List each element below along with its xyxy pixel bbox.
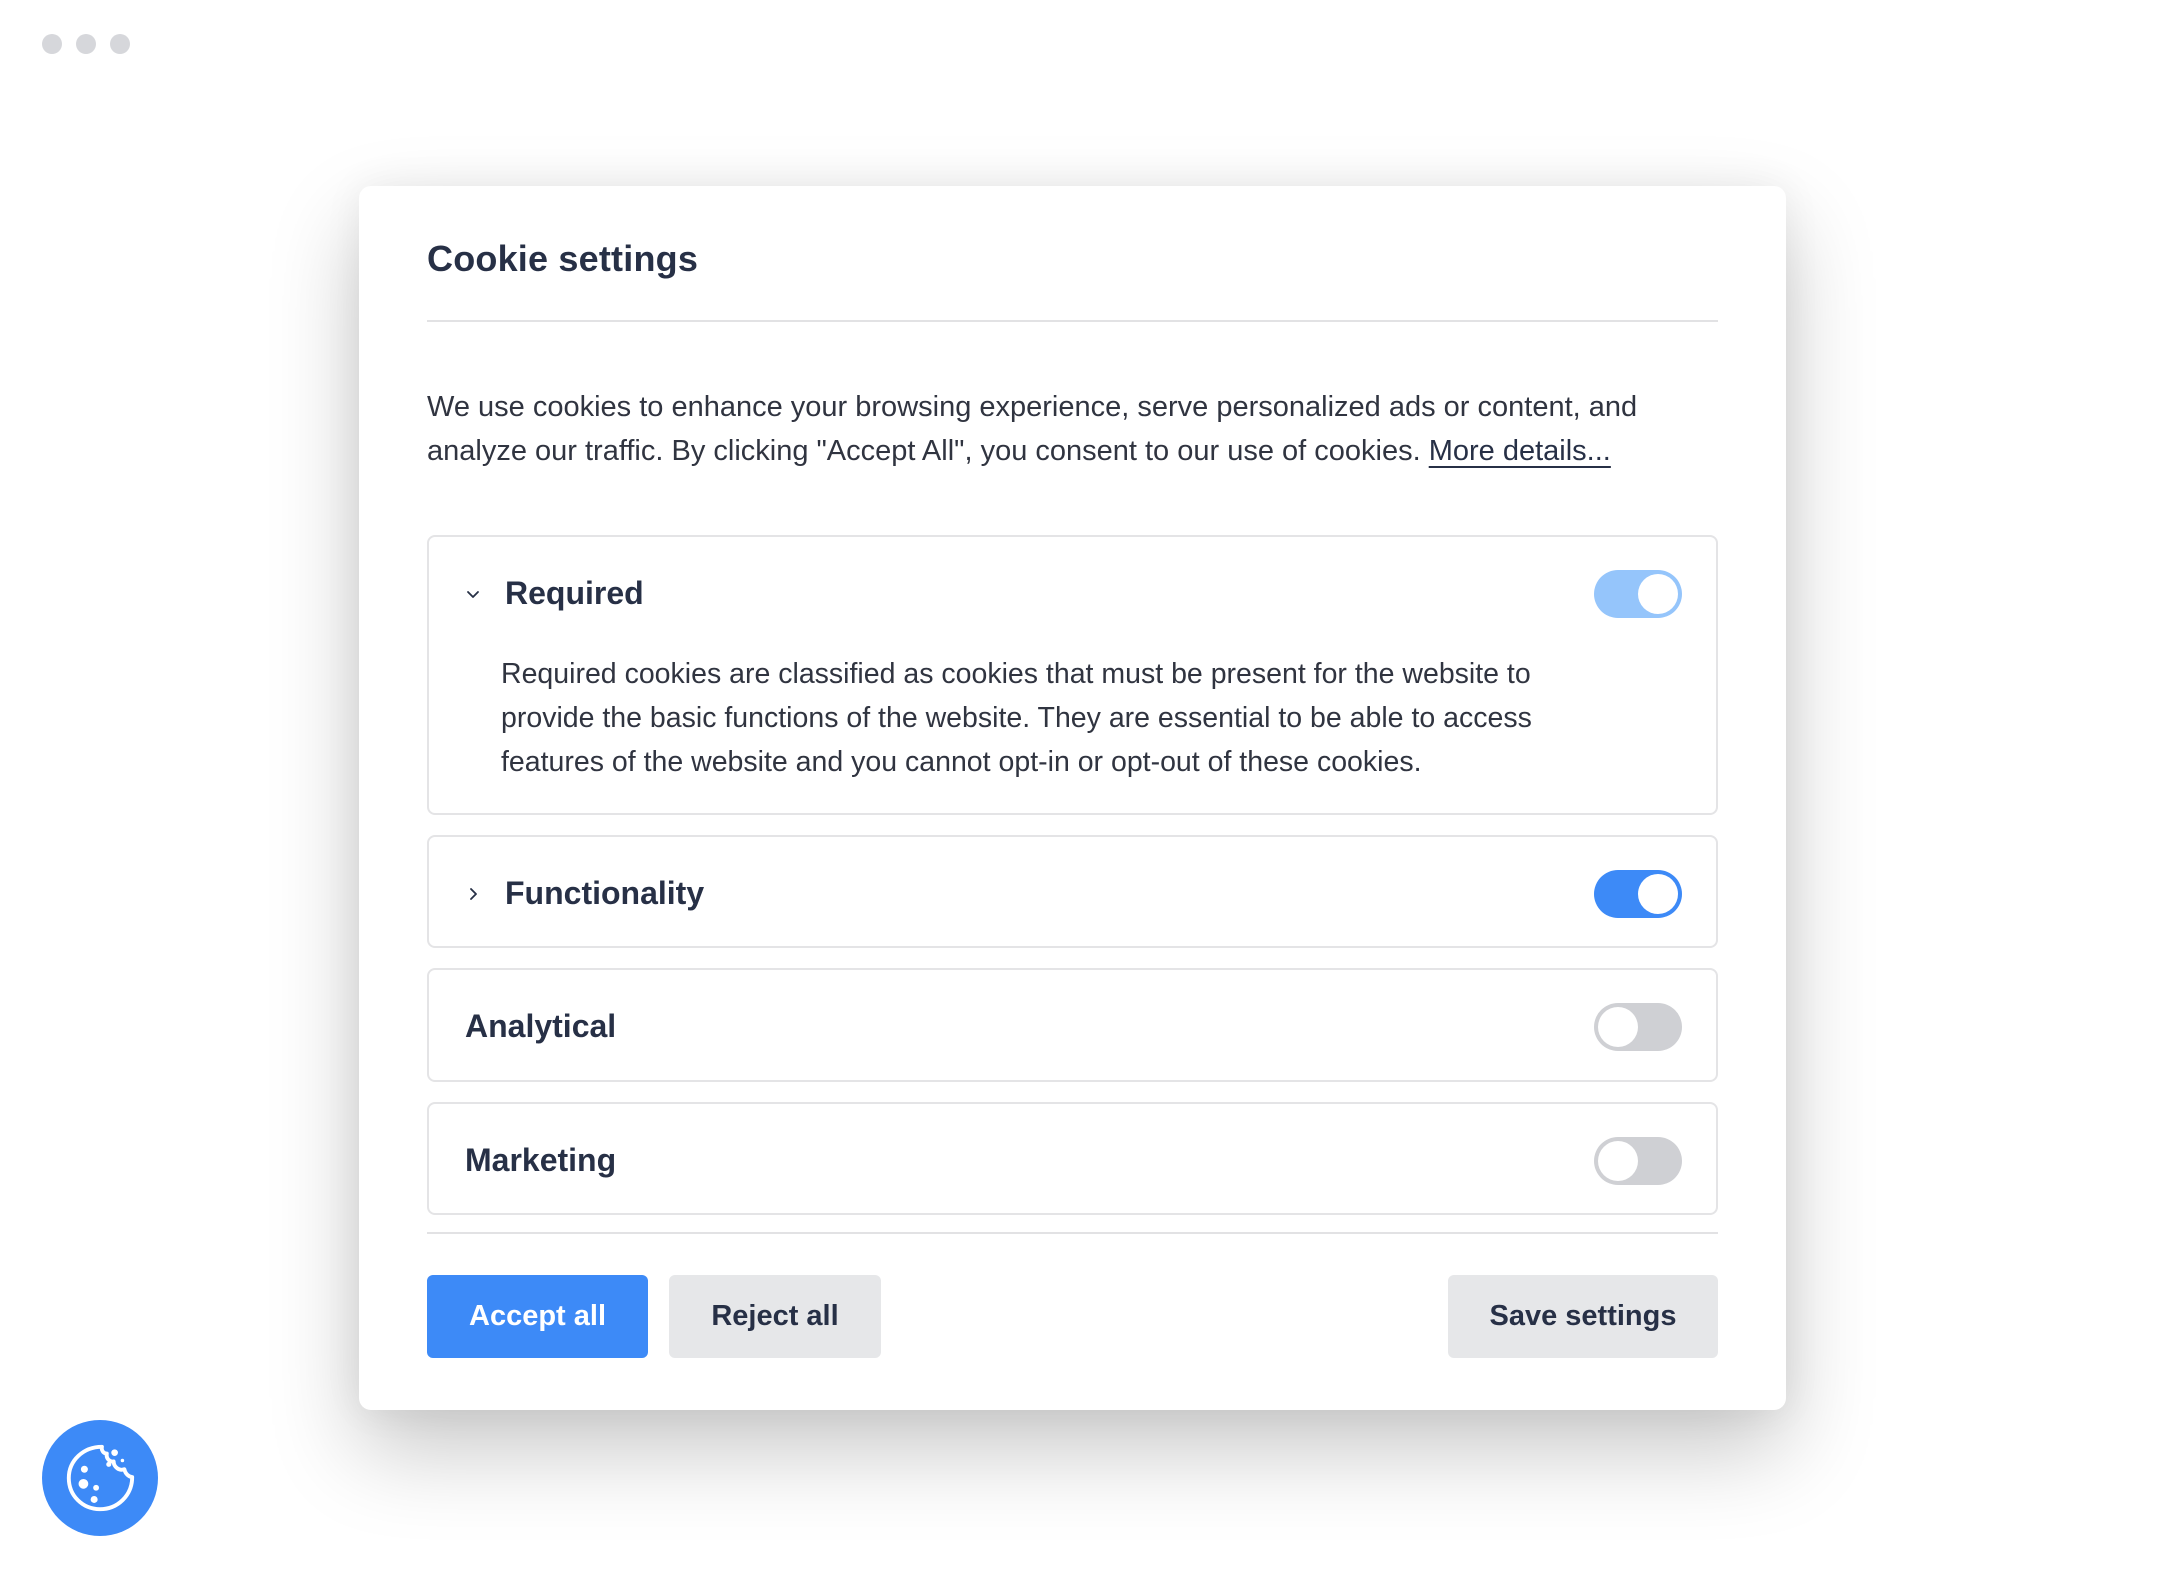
cookie-settings-dialog: Cookie settings We use cookies to enhanc…: [359, 186, 1786, 1410]
toggle-required[interactable]: [1594, 569, 1682, 618]
more-details-link[interactable]: More details...: [1429, 435, 1611, 467]
category-description: Required cookies are classified as cooki…: [501, 658, 1532, 778]
category-label: Required: [505, 575, 644, 611]
toggle-marketing[interactable]: [1594, 1136, 1682, 1185]
category-header-analytical: Analytical: [429, 970, 1716, 1083]
toggle-knob: [1638, 873, 1678, 914]
category-header-marketing: Marketing: [429, 1104, 1716, 1217]
dialog-description: We use cookies to enhance your browsing …: [427, 385, 1718, 473]
toggle-analytical[interactable]: [1594, 1002, 1682, 1051]
window-dot-icon: [76, 34, 96, 54]
toggle-knob: [1598, 1006, 1638, 1047]
toggle-knob: [1598, 1140, 1638, 1181]
category-label: Analytical: [465, 1008, 617, 1044]
cookie-settings-fab[interactable]: [42, 1420, 158, 1536]
window-dot-icon: [110, 34, 130, 54]
title-divider: [427, 320, 1718, 322]
toggle-functionality[interactable]: [1594, 869, 1682, 918]
chevron-down-icon[interactable]: [463, 584, 483, 604]
window-dot-icon: [42, 34, 62, 54]
category-label: Functionality: [505, 875, 705, 911]
reject-all-button[interactable]: Reject all: [669, 1275, 881, 1358]
save-settings-button[interactable]: Save settings: [1448, 1275, 1718, 1358]
window-controls: [42, 34, 130, 54]
cookie-icon: [66, 1444, 135, 1512]
category-card-analytical: Analytical: [427, 968, 1718, 1082]
category-card-required: Required Required cookies are classified…: [427, 535, 1718, 815]
accept-all-button[interactable]: Accept all: [427, 1275, 648, 1358]
toggle-knob: [1638, 573, 1678, 614]
chevron-right-icon[interactable]: [463, 884, 483, 904]
category-card-functionality: Functionality: [427, 835, 1718, 948]
category-card-marketing: Marketing: [427, 1102, 1718, 1215]
category-header-required[interactable]: Required: [429, 537, 1716, 650]
dialog-title: Cookie settings: [427, 238, 699, 279]
category-label: Marketing: [465, 1142, 617, 1178]
footer-divider: [427, 1232, 1718, 1234]
category-header-functionality[interactable]: Functionality: [429, 837, 1716, 950]
